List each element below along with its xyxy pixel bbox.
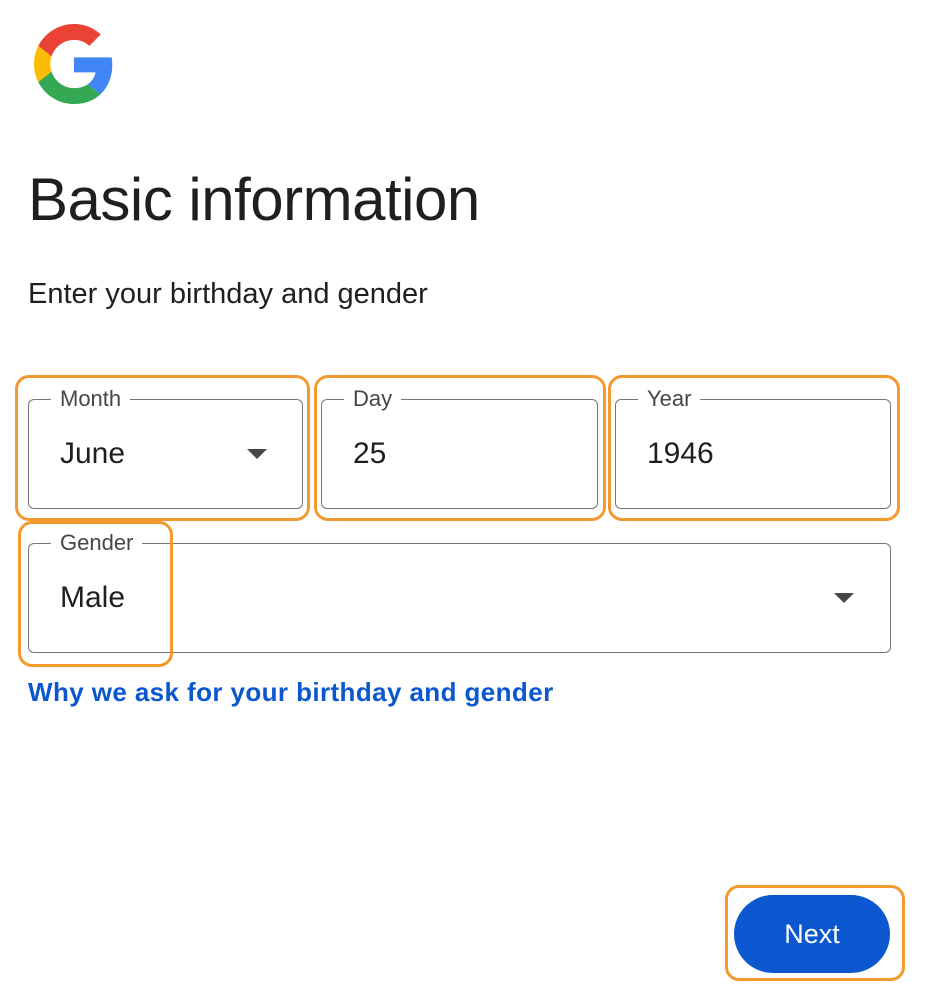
month-select[interactable]: Month June (28, 385, 303, 509)
gender-value: Male (60, 581, 126, 614)
chevron-down-icon (834, 593, 854, 603)
day-label: Day (344, 385, 402, 413)
month-value: June (60, 437, 126, 470)
day-field[interactable]: Day 25 (321, 385, 598, 509)
chevron-down-icon (247, 449, 267, 459)
year-label: Year (638, 385, 701, 413)
day-value: 25 (353, 437, 387, 470)
gender-select[interactable]: Gender Male (28, 529, 891, 653)
year-value: 1946 (647, 437, 714, 470)
page-title: Basic information (28, 166, 480, 233)
month-label: Month (51, 385, 131, 413)
next-button[interactable]: Next (734, 895, 890, 973)
year-field[interactable]: Year 1946 (615, 385, 891, 509)
signup-page: Basic information Enter your birthday an… (0, 0, 928, 1004)
google-logo-icon (34, 24, 113, 104)
gender-label: Gender (51, 529, 143, 557)
page-subtitle: Enter your birthday and gender (28, 278, 428, 310)
why-we-ask-link[interactable]: Why we ask for your birthday and gender (28, 672, 554, 712)
